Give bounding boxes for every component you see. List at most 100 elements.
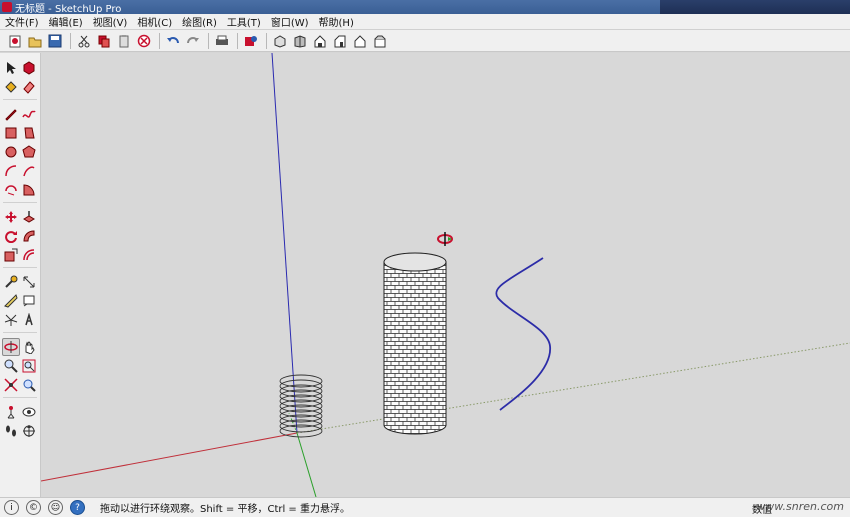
- save-button[interactable]: [46, 32, 64, 50]
- follow-me-tool[interactable]: [20, 227, 38, 245]
- redo-button[interactable]: [184, 32, 202, 50]
- undo-button[interactable]: [164, 32, 182, 50]
- tool-row: [0, 245, 40, 264]
- top-view-button[interactable]: [291, 32, 309, 50]
- eraser-tool[interactable]: [20, 78, 38, 96]
- pan-tool[interactable]: [20, 338, 38, 356]
- menu-window[interactable]: 窗口(W): [266, 14, 314, 29]
- window-title: 无标题 - SketchUp Pro: [15, 3, 122, 15]
- open-button[interactable]: [26, 32, 44, 50]
- dimension-tool[interactable]: [20, 273, 38, 291]
- rectangle-tool[interactable]: [2, 124, 20, 142]
- menu-tools[interactable]: 工具(T): [222, 14, 266, 29]
- watermark: www.snren.com: [756, 500, 844, 513]
- 3d-text-tool[interactable]: [20, 311, 38, 329]
- axes-tool[interactable]: [2, 311, 20, 329]
- line-tool[interactable]: [2, 105, 20, 123]
- menu-camera[interactable]: 相机(C): [132, 14, 177, 29]
- 3d-text-icon: [25, 312, 33, 325]
- left-view-button[interactable]: [371, 32, 389, 50]
- toolbar-separator: [208, 32, 209, 49]
- menu-help[interactable]: 帮助(H): [314, 14, 359, 29]
- walk-tool[interactable]: [2, 422, 20, 440]
- move-tool[interactable]: [2, 208, 20, 226]
- position-camera-tool[interactable]: [2, 403, 20, 421]
- tool-row: [0, 356, 40, 375]
- left-view-icon: [374, 35, 386, 47]
- orbit-icon: [4, 340, 18, 353]
- previous-view-tool[interactable]: [20, 376, 38, 394]
- tool-row: [0, 180, 40, 199]
- polygon-tool[interactable]: [20, 143, 38, 161]
- menu-bar: 文件(F) 编辑(E) 视图(V) 相机(C) 绘图(R) 工具(T) 窗口(W…: [0, 14, 850, 30]
- select-tool[interactable]: [2, 59, 20, 77]
- geo-location-icon[interactable]: i: [4, 500, 19, 515]
- tool-row: [0, 402, 40, 421]
- push-pull-tool[interactable]: [20, 208, 38, 226]
- right-view-button[interactable]: [331, 32, 349, 50]
- print-button[interactable]: [213, 32, 231, 50]
- scale-tool[interactable]: [2, 246, 20, 264]
- zoom-tool[interactable]: [2, 357, 20, 375]
- circle-tool[interactable]: [2, 143, 20, 161]
- credits-icon[interactable]: ©: [26, 500, 41, 515]
- copy-button[interactable]: [95, 32, 113, 50]
- bezier-curve[interactable]: [495, 257, 551, 411]
- front-view-icon: [314, 34, 326, 47]
- help-icon[interactable]: ?: [70, 500, 85, 515]
- cut-button[interactable]: [75, 32, 93, 50]
- front-view-button[interactable]: [311, 32, 329, 50]
- paste-button[interactable]: [115, 32, 133, 50]
- tape-measure-tool[interactable]: [2, 273, 20, 291]
- freehand-tool[interactable]: [20, 105, 38, 123]
- sketchup-logo-icon: [2, 2, 12, 12]
- zoom-window-tool[interactable]: [20, 357, 38, 375]
- menu-edit[interactable]: 编辑(E): [44, 14, 88, 29]
- tool-row: [0, 161, 40, 180]
- footprint-icon: [6, 425, 16, 436]
- erase-button[interactable]: [135, 32, 153, 50]
- text-tool[interactable]: [20, 292, 38, 310]
- tool-row: [0, 123, 40, 142]
- eraser-icon: [23, 80, 35, 94]
- text-icon: [23, 295, 35, 306]
- tool-row: [0, 421, 40, 440]
- toolbar-separator: [159, 32, 160, 49]
- rotated-rectangle-tool[interactable]: [20, 124, 38, 142]
- look-around-tool[interactable]: [20, 403, 38, 421]
- paint-bucket-tool[interactable]: [2, 78, 20, 96]
- section-plane-tool[interactable]: [20, 422, 38, 440]
- paint-bucket-icon: [5, 80, 17, 93]
- toolbar-separator: [266, 32, 267, 49]
- model-info-button[interactable]: [242, 32, 260, 50]
- make-component-tool[interactable]: [20, 59, 38, 77]
- zoom-extents-tool[interactable]: [2, 376, 20, 394]
- model-info-icon: [245, 35, 257, 46]
- menu-file[interactable]: 文件(F): [0, 14, 44, 29]
- menu-view[interactable]: 视图(V): [88, 14, 133, 29]
- protractor-tool[interactable]: [2, 292, 20, 310]
- rotate-tool[interactable]: [2, 227, 20, 245]
- arc-tool[interactable]: [2, 162, 20, 180]
- pie-tool[interactable]: [20, 181, 38, 199]
- open-icon: [28, 37, 42, 47]
- orbit-tool[interactable]: [2, 337, 20, 356]
- two-point-arc-tool[interactable]: [20, 162, 38, 180]
- offset-tool[interactable]: [20, 246, 38, 264]
- blue-axis: [271, 53, 298, 434]
- eye-icon: [22, 407, 36, 416]
- new-button[interactable]: [6, 32, 24, 50]
- back-view-button[interactable]: [351, 32, 369, 50]
- menu-draw[interactable]: 绘图(R): [177, 14, 222, 29]
- green-axis: [296, 432, 317, 497]
- user-icon[interactable]: ☺: [48, 500, 63, 515]
- iso-view-button[interactable]: [271, 32, 289, 50]
- model-viewport[interactable]: [41, 53, 850, 497]
- tool-row: [0, 310, 40, 329]
- cylinder-model[interactable]: [383, 252, 447, 435]
- axes-icon: [4, 314, 18, 326]
- redo-icon: [187, 36, 199, 43]
- spring-model[interactable]: [279, 374, 323, 438]
- three-point-arc-tool[interactable]: [2, 181, 20, 199]
- zoom-icon: [4, 359, 18, 373]
